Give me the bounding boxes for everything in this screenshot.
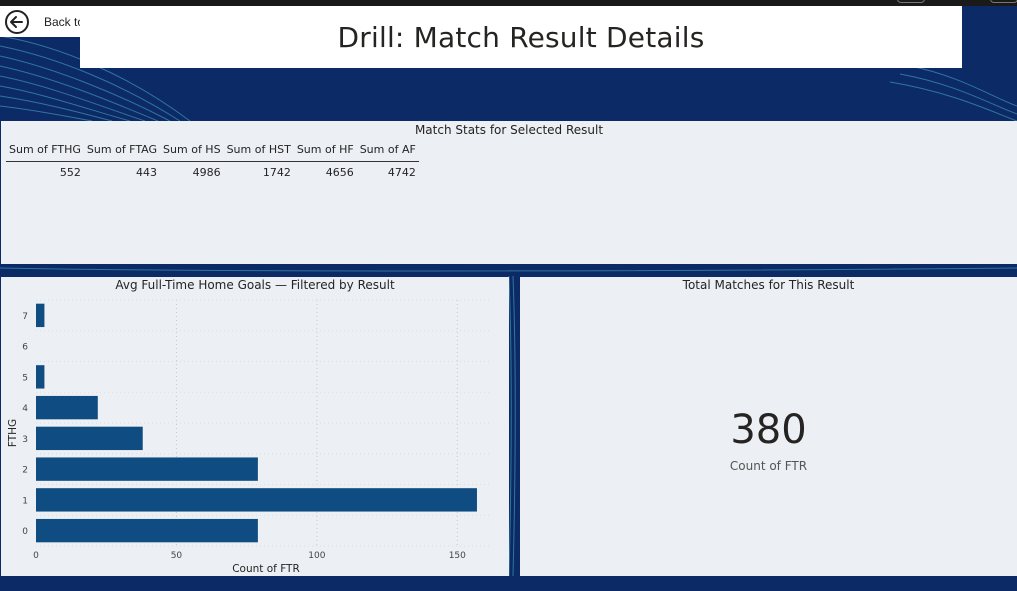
y-tick-label: 3 — [22, 435, 28, 445]
x-tick-label: 0 — [33, 551, 39, 561]
y-tick-label: 1 — [22, 496, 28, 506]
bar — [36, 518, 258, 543]
x-tick-label: 150 — [449, 551, 466, 561]
bar — [36, 488, 477, 512]
match-stats-table: Sum of FTHG Sum of FTAG Sum of HS Sum of… — [6, 141, 419, 181]
table-cell: 443 — [136, 166, 158, 179]
bar — [36, 365, 45, 389]
total-matches-card-panel: Total Matches for This Result 380 Count … — [520, 277, 1017, 576]
y-tick-label: 6 — [22, 343, 28, 353]
table-cell: 552 — [59, 166, 81, 179]
window-control[interactable] — [897, 0, 925, 3]
total-matches-label: Count of FTR — [729, 459, 808, 473]
x-axis-title: Count of FTR — [232, 563, 300, 575]
y-tick-label: 0 — [22, 527, 28, 537]
column-header[interactable]: Sum of HST — [223, 141, 294, 162]
y-axis-title: FTHG — [7, 419, 19, 447]
table-cell: 4656 — [325, 166, 354, 179]
column-header[interactable]: Sum of AF — [356, 141, 419, 162]
column-header[interactable]: Sum of HS — [160, 141, 224, 162]
column-header[interactable]: Sum of HF — [293, 141, 357, 162]
x-tick-label: 50 — [171, 551, 183, 561]
match-stats-title: Match Stats for Selected Result — [414, 123, 604, 137]
home-goals-chart-panel: 0 1 2 3 4 5 6 7 0 50 100 150 Count of FTR FTHG Avg Fu… — [1, 277, 509, 576]
arrow-left-circle-icon — [5, 9, 29, 34]
table-cell: 4742 — [387, 166, 416, 179]
y-tick-label: 5 — [22, 373, 28, 383]
bar — [36, 303, 45, 328]
x-tick-label: 100 — [308, 551, 325, 561]
y-tick-label: 2 — [22, 466, 28, 476]
table-row: 552 443 4986 1742 4656 4742 — [6, 162, 419, 182]
page-title-panel: Drill: Match Result Details — [80, 6, 962, 68]
card-title: Total Matches for This Result — [682, 278, 855, 292]
y-tick-label: 7 — [22, 312, 28, 322]
page-title: Drill: Match Result Details — [337, 20, 705, 54]
bar — [36, 457, 258, 481]
table-cell: 4986 — [192, 166, 221, 179]
home-goals-bar-chart: 0 1 2 3 4 5 6 7 0 50 100 150 Count of FTR FTHG — [7, 299, 491, 575]
chart-title: Avg Full-Time Home Goals — Filtered by R… — [115, 278, 395, 292]
bar — [36, 395, 98, 420]
column-header[interactable]: Sum of FTAG — [83, 141, 161, 162]
total-matches-value: 380 — [730, 407, 807, 453]
y-tick-label: 4 — [22, 404, 28, 414]
column-header[interactable]: Sum of FTHG — [6, 141, 84, 162]
table-header-row: Sum of FTHG Sum of FTAG Sum of HS Sum of… — [6, 141, 419, 162]
match-stats-panel: Match Stats for Selected Result Sum of F… — [1, 121, 1017, 264]
bar — [36, 426, 143, 451]
bottom-strip — [0, 576, 1017, 591]
window-control[interactable] — [990, 0, 1017, 3]
table-cell: 1742 — [262, 166, 291, 179]
